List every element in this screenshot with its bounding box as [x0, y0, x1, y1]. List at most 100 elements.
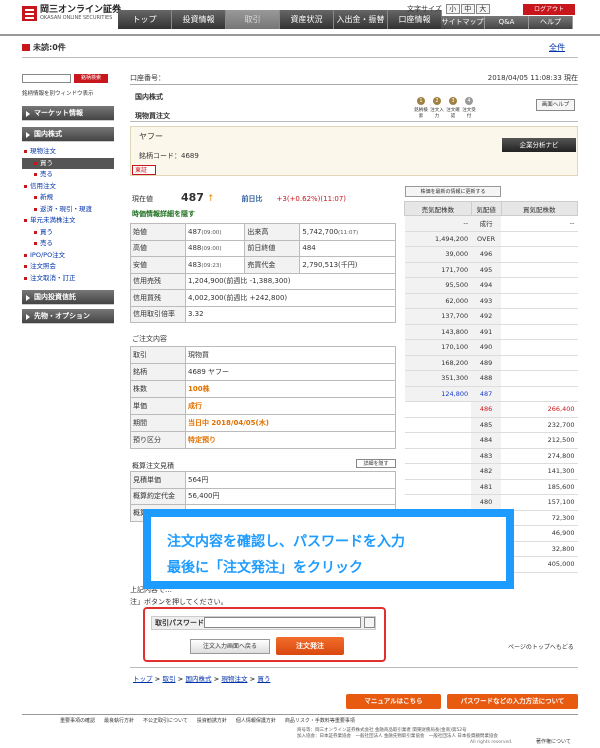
order-details-title: ご注文内容: [132, 335, 167, 343]
ask-volume: 351,300: [404, 370, 472, 387]
credit-value: 3.32: [185, 305, 396, 323]
open-window-link[interactable]: 銘柄情報を別ウィンドウ表示: [22, 89, 114, 97]
ask-volume: [404, 448, 472, 464]
table-row: 1,494,200 OVER: [404, 231, 578, 247]
software-keyboard-icon[interactable]: [364, 617, 375, 628]
crumb-cash-order[interactable]: 現物注文: [221, 675, 247, 683]
hide-quote-details-toggle[interactable]: 時価情報詳細を隠す: [132, 209, 195, 219]
table-row: 見積単価 564円: [130, 471, 396, 489]
sitemap-link[interactable]: サイトマップ: [441, 16, 485, 29]
order-value: 現物買: [185, 346, 396, 364]
company-info: 商号等：岡三オンライン証券株式会社 金融商品取引業者 関東財務局長(金商)第52…: [297, 728, 498, 739]
all-messages-link[interactable]: 全件: [549, 42, 565, 53]
sidebar-section-funds[interactable]: 国内投資信託: [22, 290, 114, 305]
footer-link-solicitation[interactable]: 投資勧誘方針: [197, 717, 227, 724]
symbol-search-button[interactable]: 銘柄検索: [74, 74, 108, 83]
progress-steps: 1 銘柄検索 2 注文入力 3 注文確認 4 注文受付: [413, 97, 477, 119]
manual-button[interactable]: マニュアルはこちら: [346, 694, 441, 709]
password-method-button[interactable]: パスワードなどの入力方法について: [447, 694, 578, 709]
sidebar-section-domestic-stock[interactable]: 国内株式: [22, 127, 114, 142]
table-row: 信用売残 1,204,900(前週比 -1,388,300): [130, 272, 396, 290]
font-size-small-button[interactable]: 小: [445, 4, 460, 14]
sidebar-section-futures[interactable]: 先物・オプション: [22, 309, 114, 324]
footer-link-unfair-trade[interactable]: 不公正取引について: [143, 717, 188, 724]
estimate-label: 概算約定代金: [130, 487, 186, 505]
quote-price: 486: [471, 401, 502, 418]
sidebar-item[interactable]: 買う: [22, 157, 114, 169]
tab-top[interactable]: トップ: [118, 10, 172, 29]
footer-link-risk[interactable]: 商品リスク・手数料等重要事項: [285, 717, 355, 724]
callout-line-1: 注文内容を確認し、パスワードを入力: [167, 534, 405, 550]
sidebar-item[interactable]: 注文取消・訂正: [22, 273, 114, 285]
bid-volume: [501, 308, 578, 325]
bid-volume: 212,500: [501, 432, 578, 449]
ask-volume: [404, 463, 472, 480]
current-price-label: 現在値: [132, 195, 153, 203]
ask-volume: --: [404, 215, 472, 232]
copyright-link[interactable]: 著作権について: [536, 738, 571, 745]
table-row: 預り区分 特定預り: [130, 431, 396, 449]
refresh-price-button[interactable]: 株価を最新の情報に更新する: [405, 186, 501, 197]
footer-link-best-execution[interactable]: 最良執行方針: [104, 717, 134, 724]
logout-button[interactable]: ログアウト: [523, 4, 575, 15]
sidebar-item[interactable]: 売る: [22, 169, 114, 181]
quote-price: 487: [471, 386, 502, 402]
market-badge[interactable]: 東証: [132, 165, 156, 175]
page-top-link[interactable]: ページのトップへもどる: [508, 642, 574, 651]
tab-deposit[interactable]: 入出金・振替: [334, 10, 388, 29]
ask-volume: 62,000: [404, 293, 472, 309]
crumb-trade[interactable]: 取引: [162, 675, 175, 683]
ask-volume: [404, 494, 472, 511]
sidebar-section-market[interactable]: マーケット情報: [22, 106, 114, 121]
symbol-search-input[interactable]: [22, 74, 71, 83]
crumb-top[interactable]: トップ: [133, 675, 153, 683]
back-to-input-button[interactable]: 注文入力画面へ戻る: [190, 639, 270, 654]
tutorial-callout: 注文内容を確認し、パスワードを入力 最後に「注文発注」をクリック: [143, 509, 514, 589]
change-label: 前日比: [241, 195, 263, 203]
account-number-label: 口座番号：: [130, 74, 165, 82]
quote-label: 始値: [130, 223, 186, 241]
logo[interactable]: 岡三オンライン証券 OKASAN ONLINE SECURITIES: [22, 6, 121, 21]
crumb-domestic-stock[interactable]: 国内株式: [185, 675, 211, 683]
footer-link-important[interactable]: 重要事項の確認: [60, 717, 95, 724]
trade-password-input[interactable]: [204, 617, 361, 628]
bid-volume: [501, 339, 578, 356]
table-row: 351,300 488: [404, 370, 578, 387]
tab-trade[interactable]: 取引: [226, 10, 280, 29]
footer-link-privacy[interactable]: 個人情報保護方針: [236, 717, 276, 724]
company-analysis-button[interactable]: 企業分析ナビ: [502, 138, 576, 152]
qa-link[interactable]: Q&A: [485, 16, 529, 29]
sidebar-item[interactable]: 返済・現引・現渡: [22, 204, 114, 216]
submit-order-button[interactable]: 注文発注: [276, 637, 344, 655]
table-row: 95,500 494: [404, 277, 578, 294]
quote-price: OVER: [471, 231, 502, 247]
sidebar-item[interactable]: 現物注文: [22, 146, 114, 158]
sidebar-item[interactable]: 売る: [22, 238, 114, 250]
sidebar-item[interactable]: 単元未満株注文: [22, 215, 114, 227]
tab-assets[interactable]: 資産状況: [280, 10, 334, 29]
font-size-medium-button[interactable]: 中: [460, 4, 475, 14]
help-link[interactable]: ヘルプ: [529, 16, 573, 29]
screen-help-button[interactable]: 画面ヘルプ: [536, 99, 575, 111]
price-change: +3(+0.62%)(11:07): [276, 195, 347, 203]
logo-subtext: OKASAN ONLINE SECURITIES: [40, 15, 113, 21]
font-size-large-button[interactable]: 大: [475, 4, 490, 14]
ask-volume-header: 売気配株数: [404, 201, 472, 216]
tab-investment-info[interactable]: 投資情報: [172, 10, 226, 29]
quote-price: 488: [471, 370, 502, 387]
sidebar-item[interactable]: 買う: [22, 227, 114, 239]
ask-volume: 170,100: [404, 339, 472, 356]
table-row: 480 157,100: [404, 494, 578, 511]
header-divider: [0, 34, 600, 36]
hide-estimate-toggle[interactable]: 詳細を隠す: [356, 459, 396, 468]
order-label: 預り区分: [130, 431, 186, 449]
sidebar-item[interactable]: 信用注文: [22, 181, 114, 193]
sidebar-item[interactable]: IPO/PO注文: [22, 250, 114, 262]
table-row: 481 185,600: [404, 479, 578, 495]
step-2: 2 注文入力: [430, 97, 444, 119]
sidebar-item[interactable]: 注文照会: [22, 261, 114, 273]
logo-text: 岡三オンライン証券: [40, 5, 122, 15]
crumb-buy[interactable]: 買う: [257, 675, 270, 683]
account-divider: [130, 84, 578, 85]
sidebar-item[interactable]: 新規: [22, 192, 114, 204]
